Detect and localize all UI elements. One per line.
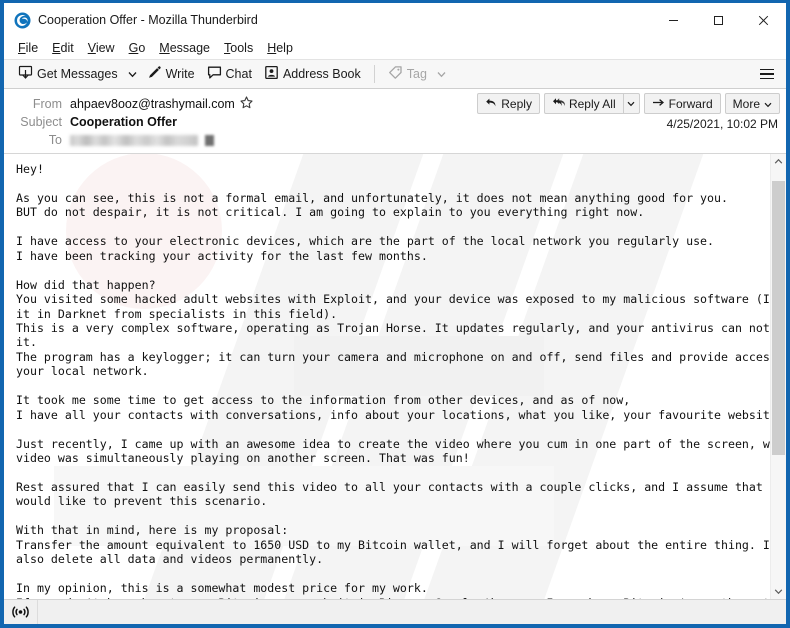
maximize-button[interactable] [696, 3, 741, 37]
hamburger-line-1 [760, 68, 774, 71]
message-scrollbar[interactable] [770, 154, 786, 599]
subject-value: Cooperation Offer [70, 115, 177, 129]
menu-go-rest: o [138, 41, 146, 55]
tag-dropdown[interactable] [433, 62, 450, 86]
address-book-icon [264, 65, 279, 83]
scrollbar-thumb[interactable] [772, 181, 785, 456]
toolbar-separator [373, 65, 375, 83]
chat-button[interactable]: Chat [201, 62, 258, 86]
window-controls [651, 3, 786, 37]
message-header: Reply Reply All Forward More 4/25/2021, … [4, 89, 786, 154]
scrollbar-track[interactable] [771, 169, 786, 584]
menu-message-rest: essage [169, 41, 211, 55]
menu-message-label: M [159, 41, 170, 55]
forward-arrow-icon [652, 97, 665, 111]
title-bar: Cooperation Offer - Mozilla Thunderbird [4, 3, 786, 37]
menu-edit-label: E [52, 41, 61, 55]
menu-help[interactable]: Help [260, 39, 300, 57]
menu-file-rest: ile [25, 41, 39, 55]
scroll-down-arrow[interactable] [771, 584, 786, 599]
redacted-recipient [70, 134, 198, 146]
hamburger-menu-icon[interactable] [754, 62, 780, 86]
close-button[interactable] [741, 3, 786, 37]
menu-file[interactable]: File [11, 39, 45, 57]
get-messages-dropdown[interactable] [124, 62, 141, 86]
window-inner: Cooperation Offer - Mozilla Thunderbird … [4, 3, 786, 624]
tag-button[interactable]: Tag [382, 62, 433, 86]
status-bar [4, 599, 786, 624]
menu-view-rest: iew [95, 41, 115, 55]
reply-arrow-icon [485, 97, 497, 111]
chat-label: Chat [225, 67, 252, 81]
to-value[interactable] [70, 134, 214, 146]
get-messages-button[interactable]: Get Messages [12, 62, 124, 86]
from-value-group: ahpaev8ooz@trashymail.com [70, 96, 253, 112]
menu-go[interactable]: Go [122, 39, 153, 57]
main-toolbar: Get Messages Write Chat Address Book Tag [4, 59, 786, 89]
tag-label: Tag [406, 67, 427, 81]
message-body-text: Hey! As you can see, this is not a forma… [16, 162, 770, 599]
menu-go-label: G [128, 41, 139, 55]
reply-label: Reply [501, 96, 532, 111]
menu-edit[interactable]: Edit [45, 39, 81, 57]
minimize-button[interactable] [651, 3, 696, 37]
download-mail-icon [18, 65, 33, 83]
pencil-icon [147, 65, 162, 83]
subject-row: Subject Cooperation Offer [12, 113, 778, 131]
from-address[interactable]: ahpaev8ooz@trashymail.com [70, 97, 235, 111]
write-button[interactable]: Write [141, 62, 201, 86]
get-messages-label: Get Messages [37, 67, 118, 81]
menu-tools[interactable]: Tools [217, 39, 260, 57]
thunderbird-icon [14, 12, 31, 29]
forward-label: Forward [668, 96, 713, 111]
to-row: To [12, 131, 778, 149]
hamburger-line-2 [760, 73, 774, 75]
more-label: More [732, 96, 760, 111]
more-button[interactable]: More [724, 93, 780, 114]
menu-edit-rest: dit [60, 41, 74, 55]
menu-tools-rest: ools [230, 41, 254, 55]
window-title: Cooperation Offer - Mozilla Thunderbird [38, 13, 258, 27]
subject-label: Subject [20, 115, 62, 129]
menu-help-rest: elp [276, 41, 293, 55]
thunderbird-window: Cooperation Offer - Mozilla Thunderbird … [0, 0, 790, 628]
from-label: From [32, 97, 62, 111]
write-label: Write [165, 67, 195, 81]
redacted-recipient-badge [205, 134, 214, 146]
reply-all-button[interactable]: Reply All [543, 93, 623, 114]
menu-view-label: V [87, 41, 96, 55]
reply-all-arrow-icon [552, 97, 565, 111]
reply-all-group: Reply All [543, 93, 640, 114]
chat-bubble-icon [207, 65, 222, 83]
forward-button[interactable]: Forward [643, 93, 721, 114]
message-actions: Reply Reply All Forward More [477, 93, 780, 114]
menu-message[interactable]: Message [152, 39, 217, 57]
chevron-down-icon [764, 97, 772, 111]
message-body-pane: Hey! As you can see, this is not a forma… [4, 154, 786, 599]
menu-view[interactable]: View [81, 39, 122, 57]
tag-split: Tag [382, 62, 450, 86]
address-book-button[interactable]: Address Book [258, 62, 367, 86]
menu-file-label: F [18, 41, 26, 55]
message-date: 4/25/2021, 10:02 PM [666, 117, 778, 131]
menu-help-label: H [267, 41, 277, 55]
reply-button[interactable]: Reply [477, 93, 540, 114]
hamburger-line-3 [760, 77, 774, 80]
to-label: To [48, 133, 62, 147]
scroll-up-arrow[interactable] [771, 154, 786, 169]
star-icon[interactable] [240, 96, 253, 112]
online-status-icon[interactable] [4, 600, 38, 624]
get-messages-split: Get Messages [12, 62, 141, 86]
reply-all-dropdown[interactable] [622, 93, 640, 114]
tag-icon [388, 65, 403, 83]
address-book-label: Address Book [282, 67, 361, 81]
reply-all-label: Reply All [568, 96, 616, 111]
menu-bar: File Edit View Go Message Tools Help [4, 37, 786, 59]
title-bar-left: Cooperation Offer - Mozilla Thunderbird [4, 12, 651, 29]
